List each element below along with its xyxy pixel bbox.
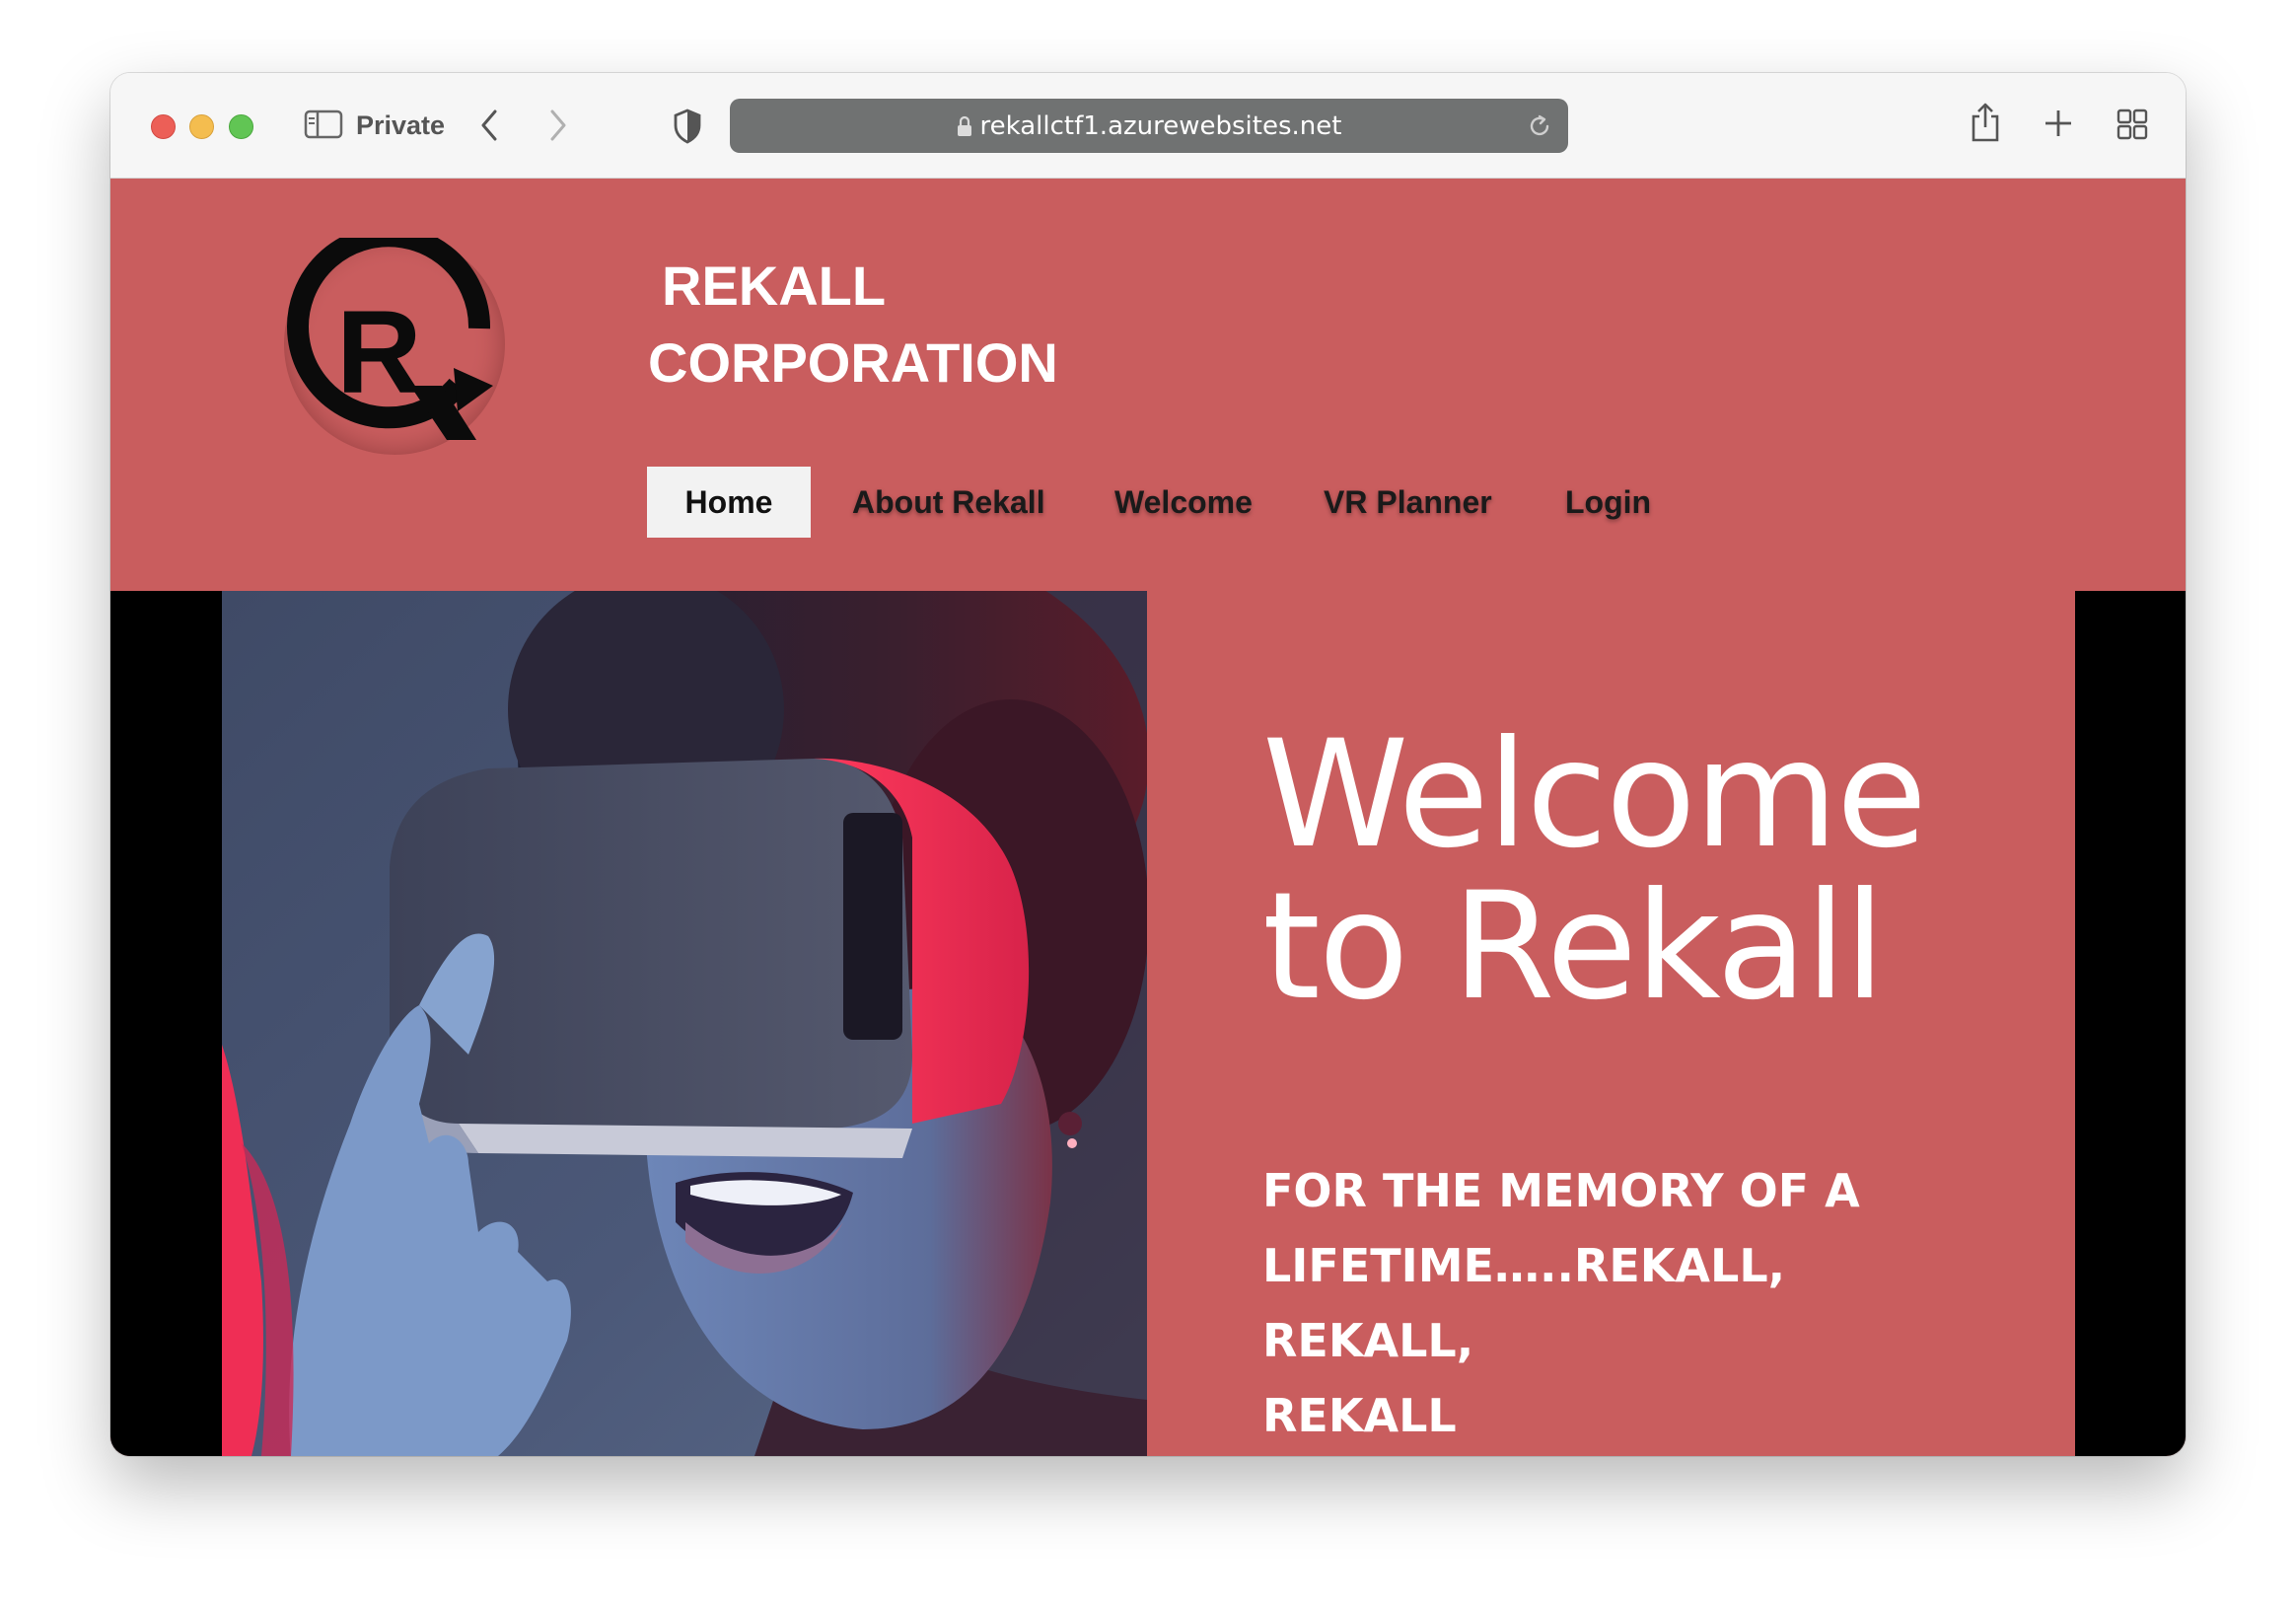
hero-headline: Welcome to Rekall	[1262, 719, 2012, 1023]
brand-line-1: REKALL	[662, 255, 887, 317]
back-arrow-icon[interactable]	[479, 109, 499, 142]
hero-tagline-line-3: REKALL	[1262, 1389, 1457, 1442]
hero-tagline: FOR THE MEMORY OF A LIFETIME…..REKALL, R…	[1262, 1153, 1973, 1453]
nav-item-login[interactable]: Login	[1565, 467, 1651, 538]
close-window-button[interactable]	[151, 114, 176, 139]
browser-toolbar: Private rekallctf1.azurewebsites.net	[110, 73, 2186, 180]
reload-icon[interactable]	[1527, 113, 1552, 139]
sidebar-toggle-icon[interactable]	[304, 109, 343, 139]
minimize-window-button[interactable]	[189, 114, 214, 139]
nav-item-home[interactable]: Home	[647, 467, 811, 538]
forward-arrow-icon[interactable]	[548, 109, 568, 142]
address-bar[interactable]: rekallctf1.azurewebsites.net	[730, 99, 1568, 153]
tab-overview-grid-icon[interactable]	[2117, 109, 2148, 140]
zoom-window-button[interactable]	[229, 114, 253, 139]
hero-tagline-line-1: FOR THE MEMORY OF A	[1262, 1164, 1860, 1217]
nav-item-vr-planner[interactable]: VR Planner	[1324, 467, 1492, 538]
brand-line-2: CORPORATION	[648, 331, 1058, 394]
nav-item-welcome[interactable]: Welcome	[1114, 467, 1253, 538]
new-tab-plus-icon[interactable]	[2044, 109, 2073, 138]
hero-section: Welcome to Rekall FOR THE MEMORY OF A LI…	[110, 591, 2186, 1456]
hero-headline-line-1: Welcome	[1262, 709, 1927, 881]
rekall-r-logo-icon[interactable]: R	[284, 238, 511, 455]
hero-text-panel: Welcome to Rekall FOR THE MEMORY OF A LI…	[1147, 591, 2075, 1456]
vr-headset-photo	[222, 591, 1147, 1456]
brand-name: REKALL CORPORATION	[648, 248, 1058, 401]
nav-item-about-rekall[interactable]: About Rekall	[852, 467, 1045, 538]
url-text: rekallctf1.azurewebsites.net	[979, 111, 1342, 141]
hero-tagline-line-2: LIFETIME…..REKALL, REKALL,	[1262, 1239, 1786, 1367]
svg-text:R: R	[336, 286, 422, 418]
address-bar-url-row: rekallctf1.azurewebsites.net	[730, 111, 1568, 141]
privacy-shield-icon[interactable]	[673, 109, 702, 144]
lock-icon	[957, 115, 971, 136]
hero-headline-line-2: to Rekall	[1262, 861, 1886, 1033]
share-icon[interactable]	[1969, 101, 2002, 144]
private-mode-label: Private	[356, 110, 446, 140]
web-page: R REKALL CORPORATION Home About Rekall W…	[110, 179, 2186, 1456]
browser-window: Private rekallctf1.azurewebsites.net R R…	[110, 73, 2186, 1456]
